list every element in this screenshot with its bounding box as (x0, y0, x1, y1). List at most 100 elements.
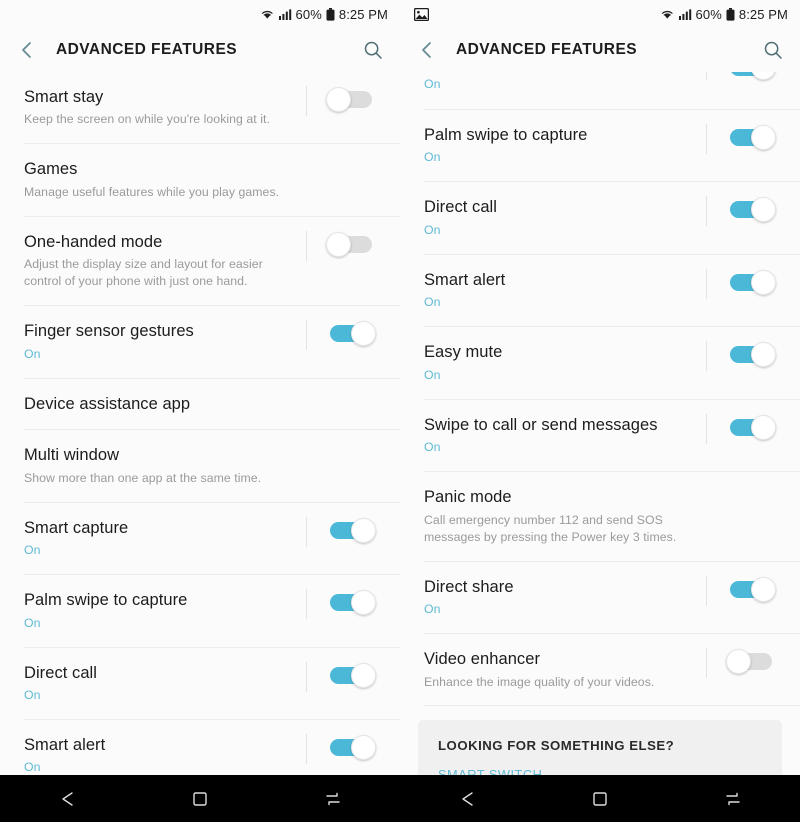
toggle-track[interactable] (730, 72, 776, 80)
toggle-track[interactable] (730, 125, 776, 150)
back-button-left[interactable] (16, 39, 38, 61)
list-item[interactable]: Palm swipe to capture On (0, 575, 400, 647)
toggle-knob (326, 231, 351, 257)
toggle-switch[interactable] (698, 268, 784, 299)
toggle-knob (726, 649, 751, 675)
list-item-text: Direct call On (24, 664, 298, 704)
list-item[interactable]: Easy mute On (400, 327, 800, 399)
toggle-switch[interactable] (698, 341, 784, 372)
list-item[interactable]: Smart stay Keep the screen on while you'r… (0, 72, 400, 144)
list-item[interactable]: Video enhancer Enhance the image quality … (400, 634, 800, 706)
list-item[interactable]: Smart alert On (400, 254, 800, 327)
search-button-right[interactable] (760, 37, 786, 63)
battery-icon (326, 7, 335, 21)
toggle-switch[interactable] (698, 575, 784, 606)
toggle-switch[interactable] (298, 733, 384, 764)
toggle-switch[interactable] (298, 86, 384, 116)
list-item-subtitle: On (424, 77, 441, 91)
toggle-switch[interactable] (698, 648, 784, 679)
toggle-track[interactable] (730, 576, 776, 602)
list-item-text: Direct call On (424, 198, 698, 238)
recents-icon[interactable] (309, 782, 357, 816)
recents-icon[interactable] (709, 782, 757, 816)
back-button-right[interactable] (416, 39, 438, 61)
list-separator (424, 705, 800, 707)
list-item[interactable]: Smart capture On (0, 502, 400, 575)
list-item-text: On (424, 72, 698, 93)
list-item-text: Video enhancer Enhance the image quality … (424, 650, 698, 690)
toggle-track[interactable] (730, 197, 776, 223)
status-bar-notifications-right (413, 7, 660, 21)
toggle-switch[interactable] (298, 320, 384, 351)
toggle-switch[interactable] (298, 589, 384, 620)
toggle-track[interactable] (730, 269, 776, 295)
toggle-track[interactable] (330, 590, 376, 616)
toggle-switch[interactable] (698, 72, 784, 80)
search-button-left[interactable] (360, 37, 386, 63)
list-item[interactable]: Finger sensor gestures On (0, 306, 400, 378)
image-icon (413, 7, 430, 21)
nav-bar-left (0, 775, 400, 822)
list-item-text: Smart capture On (24, 519, 298, 559)
list-item[interactable]: Multi window Show more than one app at th… (0, 430, 400, 502)
list-item-text: Swipe to call or send messages On (424, 416, 698, 456)
page-title-left: ADVANCED FEATURES (56, 41, 238, 58)
toggle-switch[interactable] (698, 196, 784, 227)
toggle-track[interactable] (330, 662, 376, 688)
list-item-title: Direct call (424, 198, 497, 217)
toggle-placeholder (698, 488, 784, 491)
list-item[interactable]: Direct call On (0, 647, 400, 719)
toggle-knob (751, 125, 776, 150)
back-icon[interactable] (443, 782, 491, 816)
wifi-icon (260, 8, 275, 20)
toggle-divider (706, 72, 707, 80)
toggle-divider (706, 341, 707, 372)
toggle-track[interactable] (730, 342, 776, 368)
list-item-clipped[interactable]: On (400, 72, 800, 109)
toggle-divider (306, 320, 307, 351)
toggle-switch[interactable] (698, 413, 784, 444)
list-item[interactable]: Device assistance app (0, 378, 400, 430)
toggle-track[interactable] (330, 517, 376, 543)
list-item-title: Finger sensor gestures (24, 322, 194, 341)
status-bar-left: 60% 8:25 PM (0, 0, 400, 28)
list-item-title: Smart stay (24, 88, 104, 106)
status-bar-right: 60% 8:25 PM (400, 0, 800, 28)
app-bar-right: ADVANCED FEATURES (400, 28, 800, 72)
toggle-track[interactable] (330, 734, 376, 760)
toggle-switch[interactable] (298, 661, 384, 692)
list-item[interactable]: Games Manage useful features while you pl… (0, 144, 400, 216)
toggle-switch[interactable] (298, 230, 384, 261)
toggle-track[interactable] (330, 321, 376, 347)
list-item-text: Multi window Show more than one app at th… (24, 446, 298, 486)
toggle-divider (706, 575, 707, 606)
toggle-switch[interactable] (298, 516, 384, 547)
toggle-knob (751, 269, 776, 295)
list-item[interactable]: Panic mode Call emergency number 112 and … (400, 472, 800, 561)
toggle-track[interactable] (730, 414, 776, 440)
toggle-divider (306, 86, 307, 116)
home-icon[interactable] (576, 782, 624, 816)
toggle-knob (326, 87, 351, 112)
list-item[interactable]: Direct share On (400, 561, 800, 634)
home-icon[interactable] (176, 782, 224, 816)
list-item[interactable]: One-handed mode Adjust the display size a… (0, 216, 400, 306)
list-item[interactable]: Palm swipe to capture On (400, 110, 800, 182)
list-item-subtitle: On (424, 440, 441, 455)
right-panel: 60% 8:25 PM ADVANCED FEATURES On Palm swi… (400, 0, 800, 822)
settings-list-left[interactable]: Smart stay Keep the screen on while you'r… (0, 72, 400, 822)
list-item[interactable]: Direct call On (400, 182, 800, 254)
signal-icon (678, 8, 692, 20)
toggle-knob (351, 734, 376, 760)
list-item-title: Direct share (424, 577, 514, 596)
toggle-track[interactable] (326, 87, 372, 112)
toggle-track[interactable] (326, 231, 372, 257)
settings-list-right[interactable]: On Palm swipe to capture On Direct call On Sm… (400, 72, 800, 707)
back-icon[interactable] (43, 782, 91, 816)
list-item-subtitle: On (424, 222, 441, 237)
toggle-switch[interactable] (698, 124, 784, 154)
search-icon (364, 41, 382, 59)
list-item[interactable]: Swipe to call or send messages On (400, 399, 800, 472)
toggle-track[interactable] (726, 649, 772, 675)
battery-percent: 60% (695, 6, 722, 22)
